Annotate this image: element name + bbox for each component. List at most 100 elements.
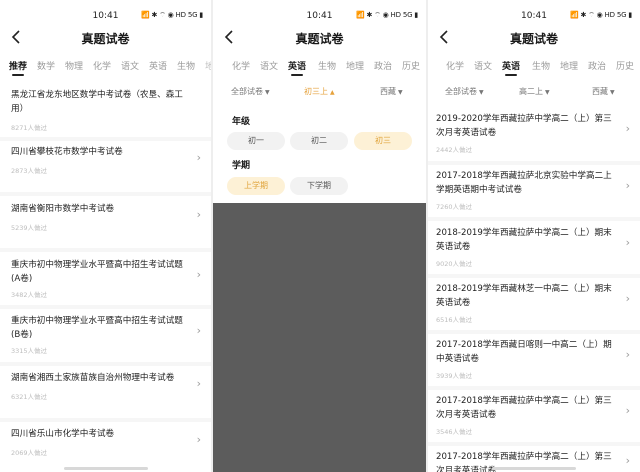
caret-down-icon: ▼ xyxy=(398,89,403,96)
paper-count: 3482人做过 xyxy=(11,291,48,299)
list-item[interactable]: 湖南省湘西土家族苗族自治州物理中考试卷 6321人做过 › xyxy=(0,371,211,411)
list-item[interactable]: 黑龙江省龙东地区数学中考试卷（农垦、森工用） 8271人做过 xyxy=(0,88,211,134)
tab-physics[interactable]: 物理 xyxy=(65,59,83,72)
tab-english[interactable]: 英语 xyxy=(502,59,520,76)
tab-politics[interactable]: 政治 xyxy=(374,59,392,72)
paper-title: 四川省乐山市化学中考试卷 xyxy=(11,429,115,439)
paper-title: 黑龙江省龙东地区数学中考试卷（农垦、森工用） xyxy=(11,90,183,114)
tab-politics[interactable]: 政治 xyxy=(588,59,606,72)
caret-down-icon: ▼ xyxy=(545,89,550,96)
chevron-right-icon: › xyxy=(196,208,201,221)
tab-english[interactable]: 英语 xyxy=(149,59,167,72)
nav-bar: 真题试卷 xyxy=(428,26,640,50)
tab-chinese[interactable]: 语文 xyxy=(260,59,278,72)
tab-biology[interactable]: 生物 xyxy=(318,59,336,72)
filter-grade-label: 初三上 xyxy=(304,87,328,96)
list-item[interactable]: 2019-2020学年西藏拉萨中学高二（上）第三次月考英语试卷 2442人做过 … xyxy=(428,112,640,158)
grade-option-2[interactable]: 初二 xyxy=(290,132,348,150)
filter-grade[interactable]: 初三上 ▲ xyxy=(304,86,335,97)
chevron-right-icon: › xyxy=(625,179,630,192)
tab-recommend[interactable]: 推荐 xyxy=(9,59,27,76)
tab-biology[interactable]: 生物 xyxy=(532,59,550,72)
tab-geography[interactable]: 地理 xyxy=(560,59,578,72)
chevron-right-icon: › xyxy=(196,151,201,164)
divider xyxy=(0,192,211,196)
screen-filter-dropdown: 10:41 📶 ✱ ⌔ ◉ HD 5G ▮ 真题试卷 化学 语文 英语 生物 地… xyxy=(213,0,426,472)
subject-tabs: 化学 语文 英语 生物 地理 政治 历史 xyxy=(428,59,640,79)
dim-overlay[interactable] xyxy=(213,203,426,472)
term-option-first[interactable]: 上学期 xyxy=(227,177,285,195)
filter-region[interactable]: 西藏 ▼ xyxy=(380,86,403,97)
caret-down-icon: ▼ xyxy=(610,89,615,96)
tab-english[interactable]: 英语 xyxy=(288,59,306,76)
paper-count: 3315人做过 xyxy=(11,347,48,355)
paper-title: 2017-2018学年西藏拉萨北京实验中学高二上学期英语期中考试试卷 xyxy=(436,171,612,195)
home-indicator xyxy=(492,467,576,470)
page-title: 真题试卷 xyxy=(81,32,130,46)
filter-type[interactable]: 全部试卷 ▼ xyxy=(231,86,270,97)
list-item[interactable]: 2018-2019学年西藏拉萨中学高二（上）期末英语试卷 9020人做过 › xyxy=(428,226,640,272)
list-item[interactable]: 2017-2018学年西藏拉萨北京实验中学高二上学期英语期中考试试卷 7260人… xyxy=(428,169,640,215)
tab-chemistry[interactable]: 化学 xyxy=(446,59,464,72)
chevron-right-icon: › xyxy=(625,236,630,249)
nav-bar: 真题试卷 xyxy=(0,26,211,50)
screen-paper-list: 10:41 📶 ✱ ⌔ ◉ HD 5G ▮ 真题试卷 化学 语文 英语 生物 地… xyxy=(428,0,640,472)
tab-history[interactable]: 历史 xyxy=(616,59,634,72)
list-item[interactable]: 2018-2019学年西藏林芝一中高二（上）期末英语试卷 6516人做过 › xyxy=(428,282,640,328)
paper-count: 2069人做过 xyxy=(11,449,48,457)
filter-type[interactable]: 全部试卷 ▼ xyxy=(445,86,484,97)
status-icons: 📶 ✱ ⌔ ◉ HD 5G ▮ xyxy=(140,11,203,19)
chevron-right-icon: › xyxy=(625,122,630,135)
list-item[interactable]: 2017-2018学年西藏拉萨中学高二（上）第三次月考英语试卷 3546人做过 … xyxy=(428,394,640,440)
list-item[interactable]: 湖南省衡阳市数学中考试卷 5239人做过 › xyxy=(0,202,211,242)
divider xyxy=(0,418,211,422)
tab-geography[interactable]: 地 xyxy=(205,59,211,72)
paper-title: 2019-2020学年西藏拉萨中学高二（上）第三次月考英语试卷 xyxy=(436,114,612,138)
paper-title: 重庆市初中物理学业水平暨高中招生考试试题(A卷) xyxy=(11,260,183,284)
grade-option-3[interactable]: 初三 xyxy=(354,132,412,150)
paper-title: 2017-2018学年西藏日喀则一中高二（上）期中英语试卷 xyxy=(436,340,612,364)
chevron-right-icon: › xyxy=(196,377,201,390)
term-option-second[interactable]: 下学期 xyxy=(290,177,348,195)
list-item[interactable]: 四川省攀枝花市数学中考试卷 2873人做过 › xyxy=(0,145,211,185)
paper-count: 8271人做过 xyxy=(11,124,48,132)
tab-history[interactable]: 历史 xyxy=(402,59,420,72)
chevron-right-icon: › xyxy=(625,454,630,467)
tab-chinese[interactable]: 语文 xyxy=(474,59,492,72)
term-section-title: 学期 xyxy=(232,161,251,171)
status-icons: 📶 ✱ ⌔ ◉ HD 5G ▮ xyxy=(355,11,418,19)
grade-section-title: 年级 xyxy=(232,117,251,127)
paper-count: 7260人做过 xyxy=(436,203,473,211)
tab-geography[interactable]: 地理 xyxy=(346,59,364,72)
subject-tabs: 推荐 数学 物理 化学 语文 英语 生物 地 xyxy=(0,59,211,79)
paper-title: 湖南省衡阳市数学中考试卷 xyxy=(11,204,115,214)
divider xyxy=(0,362,211,366)
page-title: 真题试卷 xyxy=(295,32,344,46)
list-item[interactable]: 重庆市初中物理学业水平暨高中招生考试试题(A卷) 3482人做过 › xyxy=(0,258,211,304)
filter-region-label: 西藏 xyxy=(380,87,396,96)
filter-region[interactable]: 西藏 ▼ xyxy=(592,86,615,97)
paper-count: 3939人做过 xyxy=(436,372,473,380)
tab-chinese[interactable]: 语文 xyxy=(121,59,139,72)
filter-region-label: 西藏 xyxy=(592,87,608,96)
paper-title: 湖南省湘西土家族苗族自治州物理中考试卷 xyxy=(11,373,175,383)
paper-title: 2017-2018学年西藏拉萨中学高二（上）第三次月考英语试卷 xyxy=(436,396,612,420)
nav-bar: 真题试卷 xyxy=(213,26,426,50)
paper-title: 重庆市初中物理学业水平暨高中招生考试试题(B卷) xyxy=(11,316,183,340)
list-item[interactable]: 重庆市初中物理学业水平暨高中招生考试试题(B卷) 3315人做过 › xyxy=(0,314,211,360)
filter-grade[interactable]: 高二上 ▼ xyxy=(519,86,550,97)
chevron-right-icon: › xyxy=(625,404,630,417)
caret-down-icon: ▼ xyxy=(265,89,270,96)
divider xyxy=(428,386,640,390)
caret-down-icon: ▼ xyxy=(479,89,484,96)
filter-bar: 全部试卷 ▼ 初三上 ▲ 西藏 ▼ xyxy=(213,86,426,100)
tab-chemistry[interactable]: 化学 xyxy=(232,59,250,72)
grade-option-1[interactable]: 初一 xyxy=(227,132,285,150)
chevron-right-icon: › xyxy=(196,268,201,281)
list-item[interactable]: 2017-2018学年西藏日喀则一中高二（上）期中英语试卷 3939人做过 › xyxy=(428,338,640,384)
chevron-right-icon: › xyxy=(625,348,630,361)
tab-biology[interactable]: 生物 xyxy=(177,59,195,72)
tab-chemistry[interactable]: 化学 xyxy=(93,59,111,72)
list-item[interactable]: 四川省乐山市化学中考试卷 2069人做过 › xyxy=(0,427,211,467)
tab-math[interactable]: 数学 xyxy=(37,59,55,72)
